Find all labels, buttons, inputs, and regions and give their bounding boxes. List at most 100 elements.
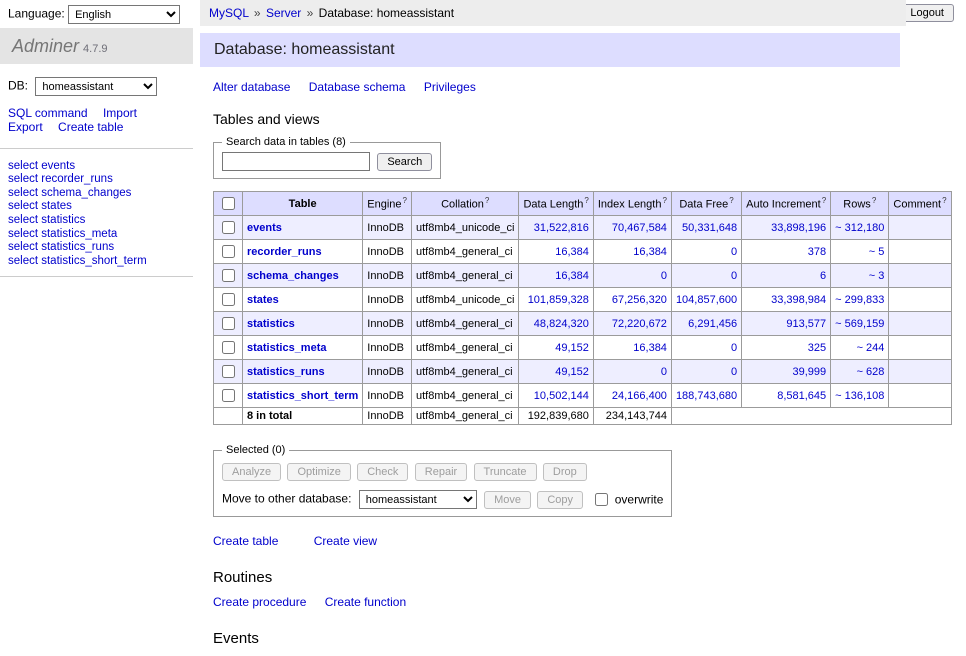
row-checkbox[interactable] bbox=[222, 365, 235, 378]
sidebar-item-select-schema-changes[interactable]: select schema_changes bbox=[8, 187, 131, 199]
column-header-table[interactable]: Table bbox=[243, 192, 363, 216]
app-name[interactable]: Adminer bbox=[12, 36, 79, 56]
drop-button[interactable]: Drop bbox=[543, 463, 587, 481]
data-length-link[interactable]: 16,384 bbox=[555, 246, 589, 258]
data-free-link[interactable]: 0 bbox=[731, 270, 737, 282]
move-button[interactable]: Move bbox=[484, 491, 531, 509]
table-name-link[interactable]: statistics_runs bbox=[247, 366, 325, 378]
rows-count-link[interactable]: ~ 244 bbox=[857, 342, 885, 354]
truncate-button[interactable]: Truncate bbox=[474, 463, 537, 481]
breadcrumb-server-link[interactable]: Server bbox=[266, 6, 301, 20]
move-database-select[interactable]: homeassistant bbox=[359, 490, 477, 509]
sql-command-link[interactable]: SQL command bbox=[8, 106, 88, 120]
data-free-link[interactable]: 6,291,456 bbox=[688, 318, 737, 330]
create-function-link[interactable]: Create function bbox=[325, 595, 406, 609]
row-checkbox[interactable] bbox=[222, 293, 235, 306]
alter-database-link[interactable]: Alter database bbox=[213, 80, 290, 94]
export-link[interactable]: Export bbox=[8, 120, 43, 134]
index-length-link[interactable]: 72,220,672 bbox=[612, 318, 667, 330]
table-name-link[interactable]: events bbox=[247, 222, 282, 234]
breadcrumb-mysql-link[interactable]: MySQL bbox=[209, 6, 249, 20]
overwrite-checkbox[interactable] bbox=[595, 493, 608, 506]
create-view-link[interactable]: Create view bbox=[314, 534, 377, 548]
data-length-link[interactable]: 48,824,320 bbox=[534, 318, 589, 330]
auto-increment-link[interactable]: 39,999 bbox=[793, 366, 827, 378]
help-icon[interactable]: ? bbox=[822, 196, 826, 205]
data-length-link[interactable]: 101,859,328 bbox=[528, 294, 589, 306]
rows-count-link[interactable]: ~ 569,159 bbox=[835, 318, 884, 330]
data-length-link[interactable]: 16,384 bbox=[555, 270, 589, 282]
row-checkbox[interactable] bbox=[222, 269, 235, 282]
rows-count-link[interactable]: ~ 628 bbox=[857, 366, 885, 378]
sidebar-item-select-statistics-short-term[interactable]: select statistics_short_term bbox=[8, 255, 147, 267]
table-name-link[interactable]: recorder_runs bbox=[247, 246, 322, 258]
index-length-link[interactable]: 16,384 bbox=[633, 342, 667, 354]
index-length-link[interactable]: 70,467,584 bbox=[612, 222, 667, 234]
data-free-link[interactable]: 0 bbox=[731, 366, 737, 378]
privileges-link[interactable]: Privileges bbox=[424, 80, 476, 94]
sidebar-item-select-states[interactable]: select states bbox=[8, 200, 72, 212]
help-icon[interactable]: ? bbox=[485, 196, 489, 205]
create-table-link-main[interactable]: Create table bbox=[213, 534, 278, 548]
row-checkbox[interactable] bbox=[222, 221, 235, 234]
row-checkbox[interactable] bbox=[222, 317, 235, 330]
auto-increment-link[interactable]: 8,581,645 bbox=[777, 390, 826, 402]
table-name-link[interactable]: statistics bbox=[247, 318, 295, 330]
index-length-link[interactable]: 0 bbox=[661, 366, 667, 378]
create-table-link[interactable]: Create table bbox=[58, 120, 123, 134]
check-button[interactable]: Check bbox=[357, 463, 408, 481]
index-length-link[interactable]: 67,256,320 bbox=[612, 294, 667, 306]
data-length-link[interactable]: 31,522,816 bbox=[534, 222, 589, 234]
app-version[interactable]: 4.7.9 bbox=[83, 43, 107, 55]
copy-button[interactable]: Copy bbox=[537, 491, 583, 509]
rows-count-link[interactable]: ~ 5 bbox=[869, 246, 885, 258]
auto-increment-link[interactable]: 6 bbox=[820, 270, 826, 282]
auto-increment-link[interactable]: 913,577 bbox=[786, 318, 826, 330]
sidebar-item-select-statistics-runs[interactable]: select statistics_runs bbox=[8, 241, 114, 253]
rows-count-link[interactable]: ~ 299,833 bbox=[835, 294, 884, 306]
help-icon[interactable]: ? bbox=[872, 196, 876, 205]
data-length-link[interactable]: 10,502,144 bbox=[534, 390, 589, 402]
optimize-button[interactable]: Optimize bbox=[287, 463, 350, 481]
sidebar-item-select-statistics-meta[interactable]: select statistics_meta bbox=[8, 228, 117, 240]
search-input[interactable] bbox=[222, 152, 370, 171]
import-link[interactable]: Import bbox=[103, 106, 137, 120]
language-select[interactable]: English bbox=[68, 5, 180, 24]
row-checkbox[interactable] bbox=[222, 389, 235, 402]
db-select[interactable]: homeassistant bbox=[35, 77, 157, 96]
help-icon[interactable]: ? bbox=[403, 196, 407, 205]
analyze-button[interactable]: Analyze bbox=[222, 463, 281, 481]
help-icon[interactable]: ? bbox=[584, 196, 588, 205]
help-icon[interactable]: ? bbox=[942, 196, 946, 205]
table-name-link[interactable]: schema_changes bbox=[247, 270, 339, 282]
row-checkbox[interactable] bbox=[222, 341, 235, 354]
auto-increment-link[interactable]: 33,398,984 bbox=[771, 294, 826, 306]
index-length-link[interactable]: 16,384 bbox=[633, 246, 667, 258]
auto-increment-link[interactable]: 325 bbox=[808, 342, 826, 354]
repair-button[interactable]: Repair bbox=[415, 463, 467, 481]
rows-count-link[interactable]: ~ 136,108 bbox=[835, 390, 884, 402]
data-free-link[interactable]: 0 bbox=[731, 342, 737, 354]
create-procedure-link[interactable]: Create procedure bbox=[213, 595, 306, 609]
row-checkbox[interactable] bbox=[222, 245, 235, 258]
database-schema-link[interactable]: Database schema bbox=[309, 80, 406, 94]
data-length-link[interactable]: 49,152 bbox=[555, 366, 589, 378]
sidebar-item-select-events[interactable]: select events bbox=[8, 160, 75, 172]
table-name-link[interactable]: statistics_meta bbox=[247, 342, 327, 354]
index-length-link[interactable]: 24,166,400 bbox=[612, 390, 667, 402]
data-free-link[interactable]: 50,331,648 bbox=[682, 222, 737, 234]
table-name-link[interactable]: states bbox=[247, 294, 279, 306]
help-icon[interactable]: ? bbox=[729, 196, 733, 205]
rows-count-link[interactable]: ~ 312,180 bbox=[835, 222, 884, 234]
select-all-checkbox[interactable] bbox=[222, 197, 235, 210]
data-free-link[interactable]: 0 bbox=[731, 246, 737, 258]
data-free-link[interactable]: 104,857,600 bbox=[676, 294, 737, 306]
auto-increment-link[interactable]: 33,898,196 bbox=[771, 222, 826, 234]
sidebar-item-select-recorder-runs[interactable]: select recorder_runs bbox=[8, 173, 113, 185]
index-length-link[interactable]: 0 bbox=[661, 270, 667, 282]
sidebar-item-select-statistics[interactable]: select statistics bbox=[8, 214, 85, 226]
data-length-link[interactable]: 49,152 bbox=[555, 342, 589, 354]
table-name-link[interactable]: statistics_short_term bbox=[247, 390, 358, 402]
search-button[interactable]: Search bbox=[377, 153, 432, 171]
auto-increment-link[interactable]: 378 bbox=[808, 246, 826, 258]
